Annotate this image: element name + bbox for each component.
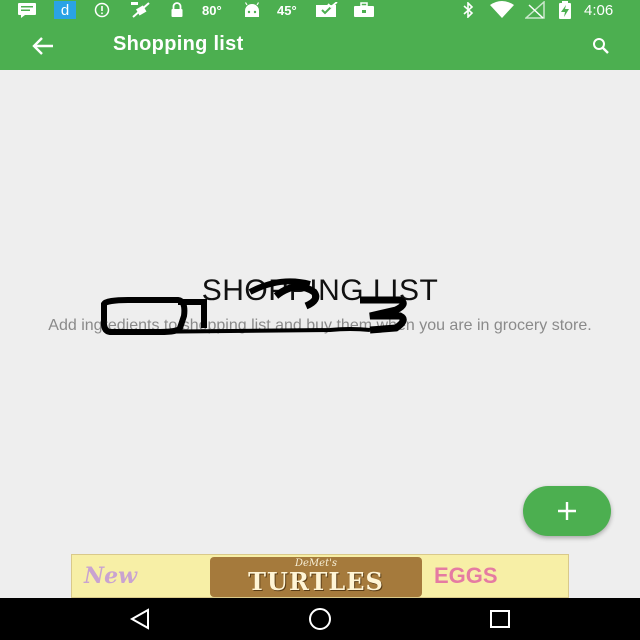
battery-charging-icon [556, 1, 574, 19]
briefcase-icon [352, 2, 376, 18]
page-title: Shopping list [113, 33, 244, 55]
arrow-left-icon [32, 37, 53, 55]
nav-back-button[interactable] [120, 606, 160, 632]
no-gps-icon [128, 2, 154, 18]
add-item-fab[interactable] [523, 486, 611, 536]
info-icon [92, 2, 112, 18]
app-bar: Shopping list [0, 21, 640, 70]
nav-recents-button[interactable] [480, 606, 520, 632]
android-icon [242, 2, 262, 18]
ad-banner[interactable]: New DeMet's TURTLES EGGS [71, 554, 569, 598]
back-triangle-icon [129, 608, 149, 630]
clock: 4:06 [584, 2, 614, 19]
ad-product-panel: DeMet's TURTLES [210, 557, 422, 597]
home-circle-icon [309, 608, 331, 630]
d-app-icon: d [54, 1, 76, 19]
ambient-temp-text: 45° [277, 3, 297, 18]
status-bar: d 80° 45° 4:06 [0, 0, 640, 21]
no-signal-icon [524, 1, 546, 19]
photo-check-icon [314, 2, 340, 18]
message-icon [16, 2, 38, 18]
shopping-cart-illustration-icon [100, 278, 407, 335]
recents-square-icon [490, 610, 510, 628]
wifi-icon [488, 1, 516, 18]
ad-left-word: New [84, 563, 138, 589]
search-icon [593, 38, 609, 54]
search-button[interactable] [586, 34, 616, 58]
plus-icon [558, 502, 576, 520]
lock-icon [168, 2, 186, 18]
ad-right-word: EGGS [434, 563, 498, 588]
nav-home-button[interactable] [300, 606, 340, 632]
system-nav-bar [0, 598, 640, 640]
ad-product-name: TURTLES [248, 567, 384, 596]
bluetooth-icon [460, 2, 476, 18]
battery-temp-text: 80° [202, 3, 222, 18]
back-button[interactable] [26, 33, 60, 59]
